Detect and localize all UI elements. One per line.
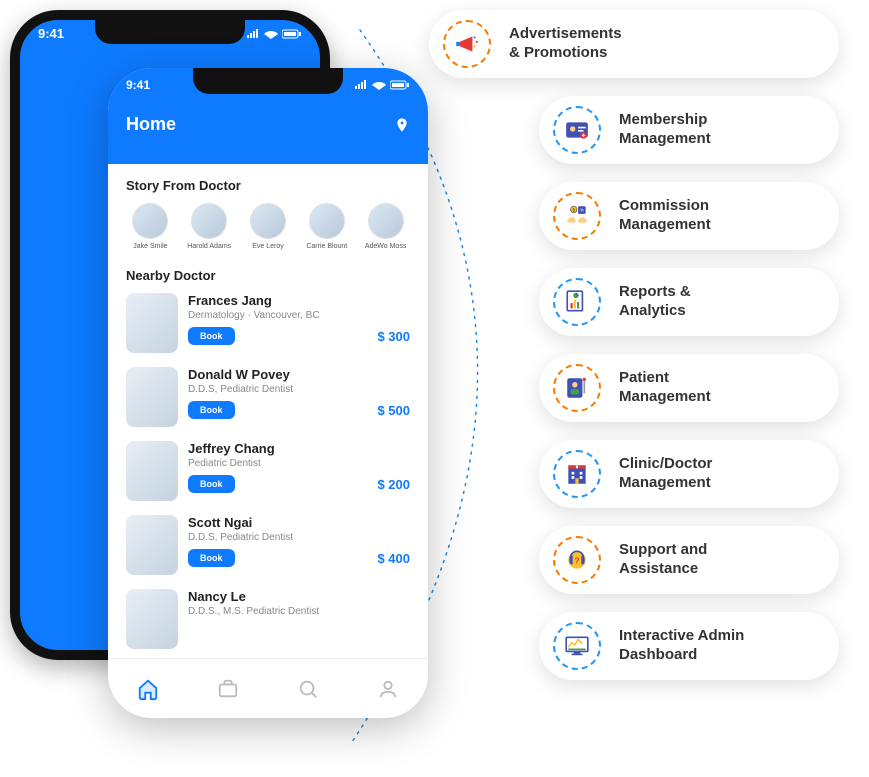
feature-label: Interactive Admin Dashboard	[619, 627, 744, 665]
doctor-photo	[126, 515, 178, 575]
doctor-price: $ 500	[377, 403, 410, 418]
feature-label: Support and Assistance	[619, 541, 707, 579]
feature-membership: Membership Management	[539, 96, 839, 164]
book-button[interactable]: Book	[188, 475, 235, 493]
feature-reports: Reports & Analytics	[539, 268, 839, 336]
story-name: Jake Smile	[126, 243, 175, 250]
doctor-price: $ 300	[377, 329, 410, 344]
status-indicators	[354, 78, 410, 92]
avatar	[250, 203, 286, 239]
story-item[interactable]: AdeWo Moss	[361, 203, 410, 250]
feature-label: Patient Management	[619, 369, 711, 407]
support-icon: ?	[553, 536, 601, 584]
doctor-photo	[126, 293, 178, 353]
avatar	[368, 203, 404, 239]
patient-icon	[553, 364, 601, 412]
dashboard-icon	[553, 622, 601, 670]
feature-list: Advertisements & Promotions Membership M…	[539, 10, 839, 680]
doctor-spec: Dermatology · Vancouver, BC	[188, 310, 410, 321]
feature-label: Advertisements & Promotions	[509, 25, 622, 63]
location-pin-icon[interactable]	[394, 117, 410, 133]
story-item[interactable]: Jake Smile	[126, 203, 175, 250]
book-button[interactable]: Book	[188, 401, 235, 419]
avatar	[132, 203, 168, 239]
story-item[interactable]: Carrie Blount	[302, 203, 351, 250]
page-title: Home	[126, 114, 176, 135]
doctor-name: Scott Ngai	[188, 515, 410, 530]
story-name: AdeWo Moss	[361, 243, 410, 250]
doctor-price: $ 400	[377, 551, 410, 566]
doctor-spec: D.D.S, Pediatric Dentist	[188, 384, 410, 395]
avatar	[191, 203, 227, 239]
doctor-row[interactable]: Nancy Le D.D.S., M.S. Pediatric Dentist	[126, 589, 410, 649]
doctor-spec: D.D.S., M.S. Pediatric Dentist	[188, 606, 410, 617]
status-time: 9:41	[126, 78, 150, 92]
feature-label: Reports & Analytics	[619, 283, 691, 321]
doctor-row[interactable]: Scott Ngai D.D.S, Pediatric Dentist Book…	[126, 515, 410, 575]
doctor-photo	[126, 367, 178, 427]
story-name: Harold Adams	[185, 243, 234, 250]
briefcase-icon[interactable]	[217, 678, 239, 700]
megaphone-icon	[443, 20, 491, 68]
doctor-price: $ 200	[377, 477, 410, 492]
doctor-photo	[126, 441, 178, 501]
svg-text:?: ?	[574, 555, 579, 565]
doctor-photo	[126, 589, 178, 649]
feature-advertisements: Advertisements & Promotions	[429, 10, 839, 78]
doctor-name: Donald W Povey	[188, 367, 410, 382]
search-icon[interactable]	[297, 678, 319, 700]
story-name: Eve Leroy	[244, 243, 293, 250]
feature-commission: $% Commission Management	[539, 182, 839, 250]
story-list: Jake Smile Harold Adams Eve Leroy Carrie…	[126, 203, 410, 250]
section-story-label: Story From Doctor	[126, 178, 410, 193]
feature-label: Commission Management	[619, 197, 711, 235]
book-button[interactable]: Book	[188, 549, 235, 567]
phone-device-front: 9:41 Home Story From Doctor Jake Smile H…	[108, 68, 428, 718]
doctor-row[interactable]: Jeffrey Chang Pediatric Dentist Book $ 2…	[126, 441, 410, 501]
notch	[95, 18, 245, 44]
user-icon[interactable]	[377, 678, 399, 700]
feature-dashboard: Interactive Admin Dashboard	[539, 612, 839, 680]
feature-support: ? Support and Assistance	[539, 526, 839, 594]
section-nearby-label: Nearby Doctor	[126, 268, 410, 283]
doctor-row[interactable]: Frances Jang Dermatology · Vancouver, BC…	[126, 293, 410, 353]
doctor-row[interactable]: Donald W Povey D.D.S, Pediatric Dentist …	[126, 367, 410, 427]
feature-clinic: Clinic/Doctor Management	[539, 440, 839, 508]
id-card-icon	[553, 106, 601, 154]
avatar	[309, 203, 345, 239]
doctor-spec: Pediatric Dentist	[188, 458, 410, 469]
notch	[193, 68, 343, 94]
feature-patient: Patient Management	[539, 354, 839, 422]
status-time: 9:41	[38, 26, 64, 41]
story-item[interactable]: Harold Adams	[185, 203, 234, 250]
feature-label: Clinic/Doctor Management	[619, 455, 712, 493]
feature-label: Membership Management	[619, 111, 711, 149]
report-icon	[553, 278, 601, 326]
doctor-name: Nancy Le	[188, 589, 410, 604]
doctor-spec: D.D.S, Pediatric Dentist	[188, 532, 410, 543]
tab-bar	[108, 658, 428, 718]
doctor-name: Jeffrey Chang	[188, 441, 410, 456]
clinic-icon	[553, 450, 601, 498]
app-body: Story From Doctor Jake Smile Harold Adam…	[108, 164, 428, 718]
story-name: Carrie Blount	[302, 243, 351, 250]
home-icon[interactable]	[137, 678, 159, 700]
doctor-name: Frances Jang	[188, 293, 410, 308]
book-button[interactable]: Book	[188, 327, 235, 345]
svg-text:%: %	[580, 208, 584, 213]
story-item[interactable]: Eve Leroy	[244, 203, 293, 250]
commission-icon: $%	[553, 192, 601, 240]
